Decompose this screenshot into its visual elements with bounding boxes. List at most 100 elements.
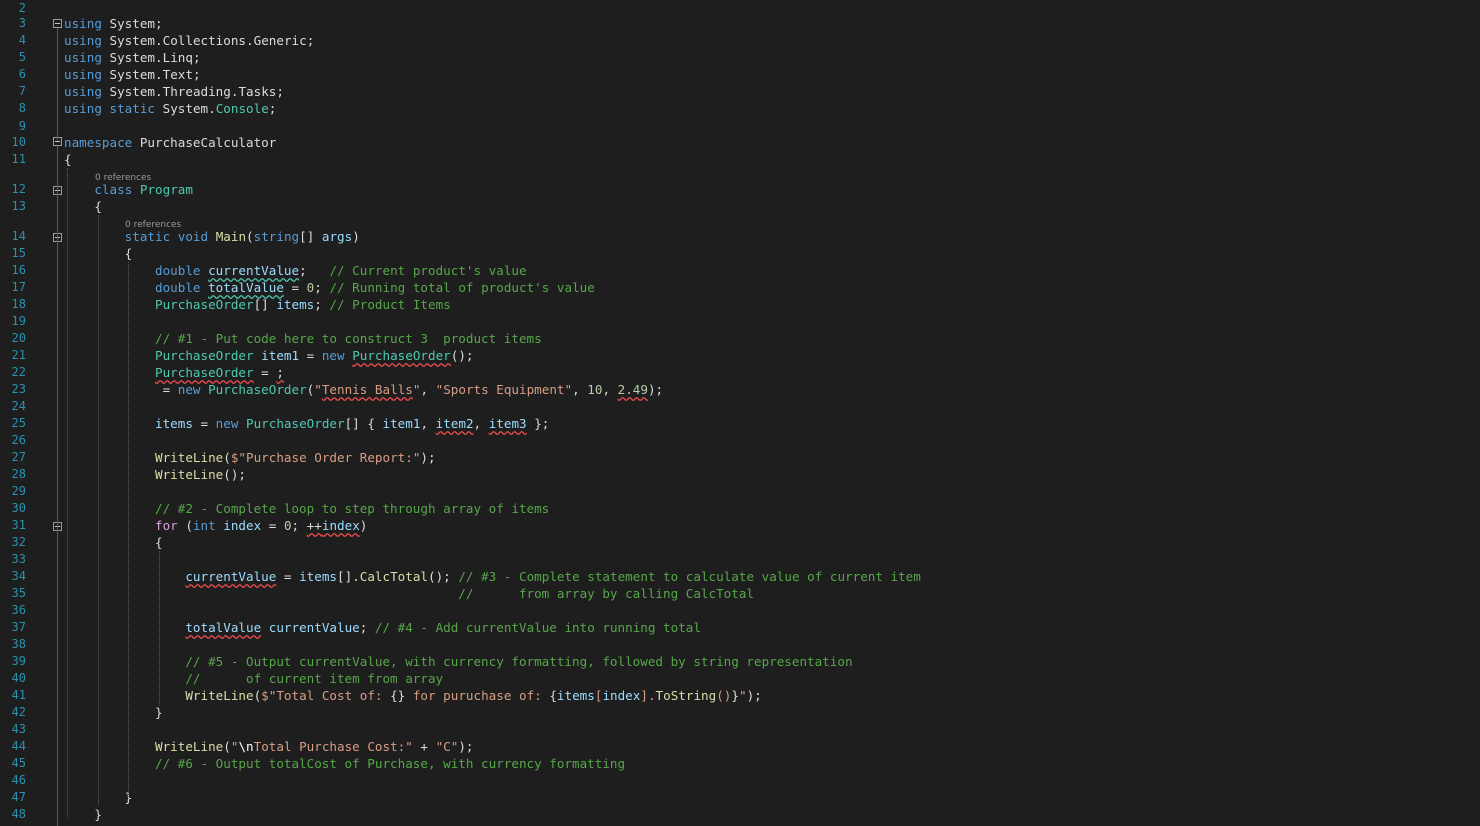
code-text[interactable]: // #2 - Complete loop to step through ar… [64, 500, 549, 517]
line-number: 18 [11, 297, 26, 311]
code-line[interactable]: 24 [0, 398, 1480, 415]
code-line[interactable]: 43 [0, 721, 1480, 738]
code-line[interactable]: 22 PurchaseOrder = ; [0, 364, 1480, 381]
code-line[interactable]: 5 using System.Linq; [0, 49, 1480, 66]
code-line[interactable]: 31 for (int index = 0; ++index) [0, 517, 1480, 534]
code-line[interactable]: 6 using System.Text; [0, 66, 1480, 83]
line-number: 34 [11, 569, 26, 583]
code-line[interactable]: 15 { [0, 245, 1480, 262]
code-text[interactable]: using System.Collections.Generic; [64, 32, 314, 49]
code-text[interactable]: PurchaseOrder = ; [64, 364, 284, 381]
code-text[interactable]: WriteLine("\nTotal Purchase Cost:" + "C"… [64, 738, 474, 755]
code-line[interactable]: 4 using System.Collections.Generic; [0, 32, 1480, 49]
code-line[interactable]: 12 class Program [0, 181, 1480, 198]
code-line[interactable]: 37 totalValue currentValue; // #4 - Add … [0, 619, 1480, 636]
code-text[interactable]: PurchaseOrder item1 = new PurchaseOrder(… [64, 347, 474, 364]
line-number: 4 [18, 33, 26, 47]
outline-bar [57, 28, 58, 140]
line-number: 38 [11, 637, 26, 651]
code-text[interactable]: static void Main(string[] args) [64, 228, 360, 245]
code-line[interactable]: 14 static void Main(string[] args) [0, 228, 1480, 245]
code-line[interactable]: 47 } [0, 789, 1480, 806]
code-text[interactable]: } [64, 806, 102, 823]
line-number: 10 [11, 135, 26, 149]
line-number: 6 [18, 67, 26, 81]
code-line[interactable]: 33 [0, 551, 1480, 568]
code-text[interactable]: { [64, 151, 72, 168]
line-number: 43 [11, 722, 26, 736]
code-text[interactable]: // #6 - Output totalCost of Purchase, wi… [64, 755, 625, 772]
code-line[interactable]: 45 // #6 - Output totalCost of Purchase,… [0, 755, 1480, 772]
line-number: 20 [11, 331, 26, 345]
code-line[interactable]: 46 [0, 772, 1480, 789]
code-line[interactable]: 38 [0, 636, 1480, 653]
code-line[interactable]: 32 { [0, 534, 1480, 551]
code-line[interactable]: 25 items = new PurchaseOrder[] { item1, … [0, 415, 1480, 432]
code-line[interactable]: 13 { [0, 198, 1480, 215]
code-text[interactable]: // #1 - Put code here to construct 3 pro… [64, 330, 542, 347]
code-text[interactable]: double currentValue; // Current product'… [64, 262, 527, 279]
code-line[interactable]: 35 // from array by calling CalcTotal [0, 585, 1480, 602]
code-line[interactable]: 36 [0, 602, 1480, 619]
code-line[interactable]: 48 } [0, 806, 1480, 823]
code-line[interactable]: 18 PurchaseOrder[] items; // Product Ite… [0, 296, 1480, 313]
code-lens-references[interactable]: 0 references [125, 219, 181, 232]
code-line[interactable]: 11 { [0, 151, 1480, 168]
code-editor[interactable]: 2 3 using System; 4 using System.Collections… [0, 0, 1480, 826]
code-text[interactable]: using static System.Console; [64, 100, 276, 117]
code-text[interactable]: using System.Text; [64, 66, 201, 83]
code-line[interactable]: 34 currentValue = items[].CalcTotal(); /… [0, 568, 1480, 585]
line-number: 19 [11, 314, 26, 328]
code-text[interactable]: using System; [64, 15, 163, 32]
code-line[interactable]: 23 = new PurchaseOrder("Tennis Balls", "… [0, 381, 1480, 398]
code-line[interactable]: 7 using System.Threading.Tasks; [0, 83, 1480, 100]
code-text[interactable]: // from array by calling CalcTotal [64, 585, 754, 602]
code-line[interactable]: 8 using static System.Console; [0, 100, 1480, 117]
line-number: 36 [11, 603, 26, 617]
code-line[interactable]: 42 } [0, 704, 1480, 721]
code-line[interactable]: 39 // #5 - Output currentValue, with cur… [0, 653, 1480, 670]
code-line[interactable]: 44 WriteLine("\nTotal Purchase Cost:" + … [0, 738, 1480, 755]
code-text[interactable]: for (int index = 0; ++index) [64, 517, 367, 534]
code-line[interactable]: 30 // #2 - Complete loop to step through… [0, 500, 1480, 517]
code-line[interactable]: 27 WriteLine($"Purchase Order Report:"); [0, 449, 1480, 466]
code-line[interactable]: 26 [0, 432, 1480, 449]
code-line[interactable]: 41 WriteLine($"Total Cost of: {} for pur… [0, 687, 1480, 704]
code-line[interactable]: 3 using System; [0, 15, 1480, 32]
code-line[interactable]: 29 [0, 483, 1480, 500]
code-text[interactable]: } [64, 704, 163, 721]
code-text[interactable]: items = new PurchaseOrder[] { item1, ite… [64, 415, 549, 432]
code-line[interactable]: 19 [0, 313, 1480, 330]
code-text[interactable]: namespace PurchaseCalculator [64, 134, 276, 151]
indent-guide [98, 215, 99, 805]
code-text[interactable]: using System.Threading.Tasks; [64, 83, 284, 100]
code-line[interactable]: 40 // of current item from array [0, 670, 1480, 687]
line-number: 26 [11, 433, 26, 447]
code-text[interactable]: currentValue = items[].CalcTotal(); // #… [64, 568, 921, 585]
code-text[interactable]: { [64, 198, 102, 215]
code-text[interactable]: PurchaseOrder[] items; // Product Items [64, 296, 451, 313]
line-number: 8 [18, 101, 26, 115]
code-line[interactable]: 21 PurchaseOrder item1 = new PurchaseOrd… [0, 347, 1480, 364]
code-line[interactable]: 9 [0, 118, 1480, 135]
collapse-icon[interactable] [53, 19, 62, 28]
code-text[interactable]: = new PurchaseOrder("Tennis Balls", "Spo… [64, 381, 664, 398]
code-lens-references[interactable]: 0 references [95, 172, 151, 185]
code-text[interactable]: WriteLine(); [64, 466, 246, 483]
indent-guide [128, 262, 129, 797]
code-line[interactable]: 20 // #1 - Put code here to construct 3 … [0, 330, 1480, 347]
code-text[interactable]: WriteLine($"Total Cost of: {} for puruch… [64, 687, 761, 704]
line-number: 31 [11, 518, 26, 532]
code-line[interactable]: 17 double totalValue = 0; // Running tot… [0, 279, 1480, 296]
code-line[interactable]: 10 namespace PurchaseCalculator [0, 134, 1480, 151]
code-line[interactable]: 16 double currentValue; // Current produ… [0, 262, 1480, 279]
code-text[interactable]: double totalValue = 0; // Running total … [64, 279, 595, 296]
line-number: 14 [11, 229, 26, 243]
code-text[interactable]: using System.Linq; [64, 49, 201, 66]
line-number: 5 [18, 50, 26, 64]
code-text[interactable]: // #5 - Output currentValue, with curren… [64, 653, 852, 670]
code-text[interactable]: { [64, 534, 163, 551]
code-text[interactable]: WriteLine($"Purchase Order Report:"); [64, 449, 436, 466]
code-line[interactable]: 28 WriteLine(); [0, 466, 1480, 483]
code-text[interactable]: // of current item from array [64, 670, 443, 687]
